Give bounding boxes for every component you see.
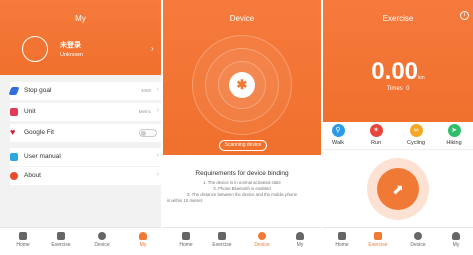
tab-device[interactable]: Device	[87, 232, 117, 248]
person-icon	[452, 232, 460, 240]
row-label: User manual	[24, 153, 61, 160]
tab-home[interactable]: Home	[171, 232, 201, 248]
tab-my[interactable]: My	[128, 232, 158, 248]
tab-bar: Home Exercise Device My	[323, 227, 473, 255]
grid-icon	[19, 232, 27, 240]
divider	[323, 149, 473, 150]
requirement-line: 2. Phone Bluetooth is enabled	[213, 186, 271, 191]
distance-readout: 0.00km	[371, 58, 425, 85]
chevron-right-icon: ›	[156, 86, 159, 93]
shoe-icon	[8, 87, 20, 95]
shoe-icon: ⬈	[392, 181, 404, 197]
settings-row-stop-goal[interactable]: Stop goal 4000 ›	[8, 82, 161, 100]
row-value: 4000	[140, 88, 151, 93]
dumbbell-icon	[374, 232, 382, 240]
watch-icon	[258, 232, 266, 240]
settings-row-user-manual[interactable]: User manual ›	[10, 148, 161, 166]
profile-header: My 未登录 Unknown ›	[0, 0, 161, 75]
tab-bar: Home Exercise Device My	[0, 227, 161, 255]
user-name[interactable]: 未登录	[60, 40, 81, 50]
tab-exercise[interactable]: Exercise	[46, 232, 76, 248]
my-screen: My 未登录 Unknown › Stop goal 4000 › Unit M…	[0, 0, 161, 255]
tab-exercise[interactable]: Exercise	[363, 232, 393, 248]
watch-icon	[414, 232, 422, 240]
page-title: Exercise	[382, 14, 414, 23]
dumbbell-icon	[218, 232, 226, 240]
walk-icon: ⚲	[331, 124, 345, 137]
page-title: Device	[229, 14, 255, 23]
bike-icon: ∞	[409, 124, 423, 137]
tab-home[interactable]: Home	[8, 232, 38, 248]
tab-my[interactable]: My	[441, 232, 471, 248]
chevron-right-icon: ›	[156, 107, 159, 114]
tab-device[interactable]: Device	[403, 232, 433, 248]
dumbbell-icon	[57, 232, 65, 240]
device-screen: Device ✱ Scanning device Requirements fo…	[163, 0, 321, 255]
info-icon[interactable]: i	[460, 11, 469, 20]
requirement-line: is within 10 meters	[167, 198, 203, 203]
mode-run[interactable]: ✶ Run	[361, 124, 391, 146]
row-value: Metric	[138, 109, 151, 114]
info-icon	[10, 172, 18, 180]
page-title: My	[75, 14, 86, 23]
row-label: Unit	[24, 108, 36, 115]
row-label: Stop goal	[24, 87, 52, 94]
tab-device[interactable]: Device	[247, 232, 277, 248]
requirement-line: 3. The distance between the device and t…	[186, 192, 298, 197]
mode-hiking[interactable]: ➤ Hiking	[439, 124, 469, 146]
watch-icon	[98, 232, 106, 240]
tab-bar: Home Exercise Device My	[163, 227, 321, 255]
tab-exercise[interactable]: Exercise	[207, 232, 237, 248]
grid-icon	[338, 232, 346, 240]
user-status: Unknown	[60, 52, 83, 58]
requirements-title: Requirements for device binding	[195, 170, 289, 177]
row-label: Google Fit	[24, 129, 54, 136]
requirement-line: 1. The device is in normal activated sta…	[203, 180, 281, 185]
device-header: Device ✱ Scanning device	[163, 0, 321, 155]
exercise-header: Exercise i 0.00km Times 0	[323, 0, 473, 122]
start-exercise-button[interactable]: ⬈	[377, 168, 419, 210]
person-icon	[139, 232, 147, 240]
book-icon	[10, 153, 18, 161]
scanning-device-button[interactable]: Scanning device	[219, 140, 267, 151]
chevron-right-icon: ›	[156, 152, 159, 159]
run-icon: ✶	[369, 124, 383, 137]
mode-walk[interactable]: ⚲ Walk	[323, 124, 353, 146]
settings-row-unit[interactable]: Unit Metric ›	[10, 103, 161, 121]
grid-icon	[182, 232, 190, 240]
chevron-right-icon: ›	[156, 171, 159, 178]
times-readout: Times 0	[386, 86, 410, 92]
person-icon	[296, 232, 304, 240]
settings-row-google-fit[interactable]: ♥ Google Fit	[10, 124, 161, 142]
hike-icon: ➤	[447, 124, 461, 137]
tab-home[interactable]: Home	[327, 232, 357, 248]
avatar[interactable]	[22, 36, 48, 62]
tab-my[interactable]: My	[285, 232, 315, 248]
bluetooth-icon: ✱	[229, 72, 255, 98]
chevron-right-icon[interactable]: ›	[151, 44, 154, 53]
google-fit-toggle[interactable]	[139, 129, 157, 137]
mode-cycling[interactable]: ∞ Cycling	[401, 124, 431, 146]
ruler-icon	[10, 108, 18, 116]
row-label: About	[24, 172, 41, 179]
exercise-screen: Exercise i 0.00km Times 0 ⚲ Walk ✶ Run ∞ Cy…	[323, 0, 473, 255]
heart-icon: ♥	[10, 127, 16, 137]
settings-row-about[interactable]: About ›	[10, 167, 161, 185]
